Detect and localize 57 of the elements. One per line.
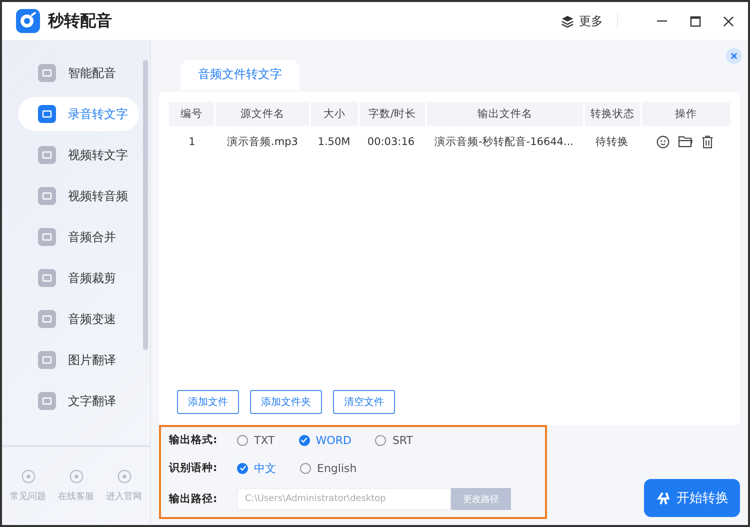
feature-icon — [38, 105, 56, 123]
trash-icon[interactable] — [701, 134, 714, 149]
smiley-icon[interactable] — [656, 134, 670, 149]
table-cell-text: 演示音频-秒转配音-16644... — [434, 134, 574, 149]
app-logo-icon — [16, 9, 40, 33]
column-header: 源文件名 — [216, 102, 309, 126]
file-button[interactable]: 清空文件 — [333, 390, 395, 414]
maximize-icon[interactable] — [690, 16, 701, 26]
column-header: 操作 — [642, 102, 730, 126]
close-icon[interactable] — [723, 16, 734, 26]
sidebar-item[interactable]: 视频转文字 — [18, 138, 139, 172]
sidebar-item[interactable]: 视频转音频 — [18, 179, 139, 213]
radio-option[interactable]: WORD — [298, 434, 352, 446]
sidebar-item[interactable]: 音频合并 — [18, 220, 139, 254]
sidebar-item[interactable]: 录音转文字 — [18, 97, 139, 131]
tab[interactable]: 音频文件转文字 — [181, 60, 299, 90]
option-label: 输出路径: — [169, 492, 218, 506]
table-cell-text: 00:03:16 — [366, 136, 416, 148]
window-title: 秒转配音 — [48, 10, 112, 32]
more-button[interactable]: 更多 — [561, 12, 603, 30]
feature-icon — [38, 392, 56, 410]
scrollbar[interactable] — [143, 60, 148, 350]
column-header: 转换状态 — [585, 102, 640, 126]
feature-icon — [38, 146, 56, 164]
check-icon — [238, 464, 246, 472]
radio-option[interactable]: 中文 — [237, 460, 276, 476]
folder-icon[interactable] — [678, 135, 693, 148]
radio-option[interactable]: TXT — [237, 434, 275, 446]
sidebar-item[interactable]: 智能配音 — [18, 56, 139, 90]
table-cell-text: 1 — [188, 136, 196, 148]
option-label: 识别语种: — [169, 461, 218, 475]
layers-icon — [561, 14, 574, 28]
sidebar-item[interactable]: 文字翻译 — [18, 384, 139, 418]
table-cell-text: 演示音频.mp3 — [226, 134, 299, 149]
option-label: 输出格式: — [169, 433, 218, 447]
start-button[interactable]: 开始转换 — [644, 479, 740, 517]
check-icon — [300, 436, 308, 444]
radio-option[interactable]: SRT — [375, 434, 413, 446]
radio-option[interactable]: English — [300, 462, 357, 474]
column-header: 字数/时长 — [360, 102, 425, 126]
table-cell-text: 待转换 — [594, 134, 630, 149]
feature-icon — [38, 64, 56, 82]
sidebar-item[interactable]: 音频裁剪 — [18, 261, 139, 295]
feature-icon — [38, 351, 56, 369]
output-path-field[interactable]: C:\Users\Administrator\desktop — [237, 488, 451, 510]
file-button[interactable]: 添加文件 — [177, 390, 239, 414]
feature-icon — [38, 269, 56, 287]
feature-icon — [38, 310, 56, 328]
table-cell-text: 1.50M — [316, 136, 352, 148]
column-header: 大小 — [310, 102, 358, 126]
column-header: 输出文件名 — [426, 102, 584, 126]
feature-icon — [38, 228, 56, 246]
feature-icon — [38, 187, 56, 205]
sidebar-item[interactable]: 图片翻译 — [18, 343, 139, 377]
column-header: 编号 — [169, 102, 214, 126]
file-button[interactable]: 添加文件夹 — [250, 390, 322, 414]
sidebar-item[interactable]: 音频变速 — [18, 302, 139, 336]
